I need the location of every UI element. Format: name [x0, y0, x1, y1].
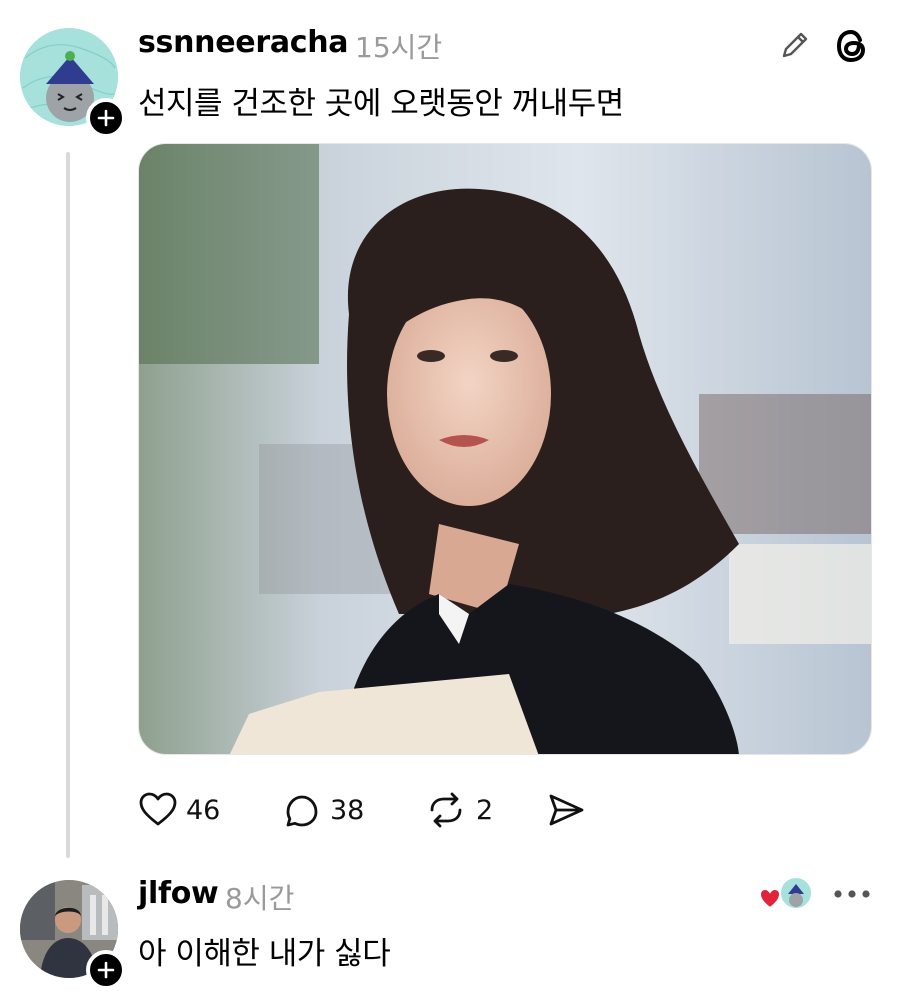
post-text: 선지를 건조한 곳에 오랫동안 꺼내두면 [138, 86, 624, 122]
portrait-photo [139, 144, 871, 754]
liked-by-author-icon [758, 876, 813, 910]
reply-username[interactable]: jlfow [138, 876, 219, 911]
plus-icon [97, 109, 115, 127]
post-timestamp: 15시간 [355, 31, 443, 64]
reply-follow-button[interactable] [86, 950, 126, 990]
threads-logo[interactable] [830, 24, 874, 68]
reply-timestamp: 8시간 [225, 882, 295, 915]
comment-action[interactable]: 38 [282, 788, 364, 832]
heart-icon [139, 792, 177, 826]
reply-text: 아 이해한 내가 싫다 [138, 936, 391, 972]
threads-logo-icon [836, 29, 866, 63]
like-action[interactable]: 46 [138, 788, 220, 832]
repost-action[interactable]: 2 [424, 788, 493, 832]
post-username[interactable]: ssnneeracha [138, 25, 349, 60]
post-image[interactable] [138, 143, 872, 755]
comment-count: 38 [330, 794, 365, 826]
thread-line [66, 152, 70, 858]
edit-button[interactable] [775, 25, 815, 65]
comment-icon [286, 795, 318, 827]
like-count: 46 [186, 794, 221, 826]
follow-button[interactable] [86, 98, 126, 138]
more-icon [834, 890, 870, 898]
repost-icon [430, 792, 462, 828]
plus-icon [97, 961, 115, 979]
author-liked-indicator [758, 874, 816, 916]
repost-count: 2 [476, 794, 494, 826]
share-icon [549, 794, 584, 826]
share-action[interactable] [546, 788, 586, 832]
pencil-icon [782, 32, 808, 58]
more-options-button[interactable] [830, 876, 874, 912]
